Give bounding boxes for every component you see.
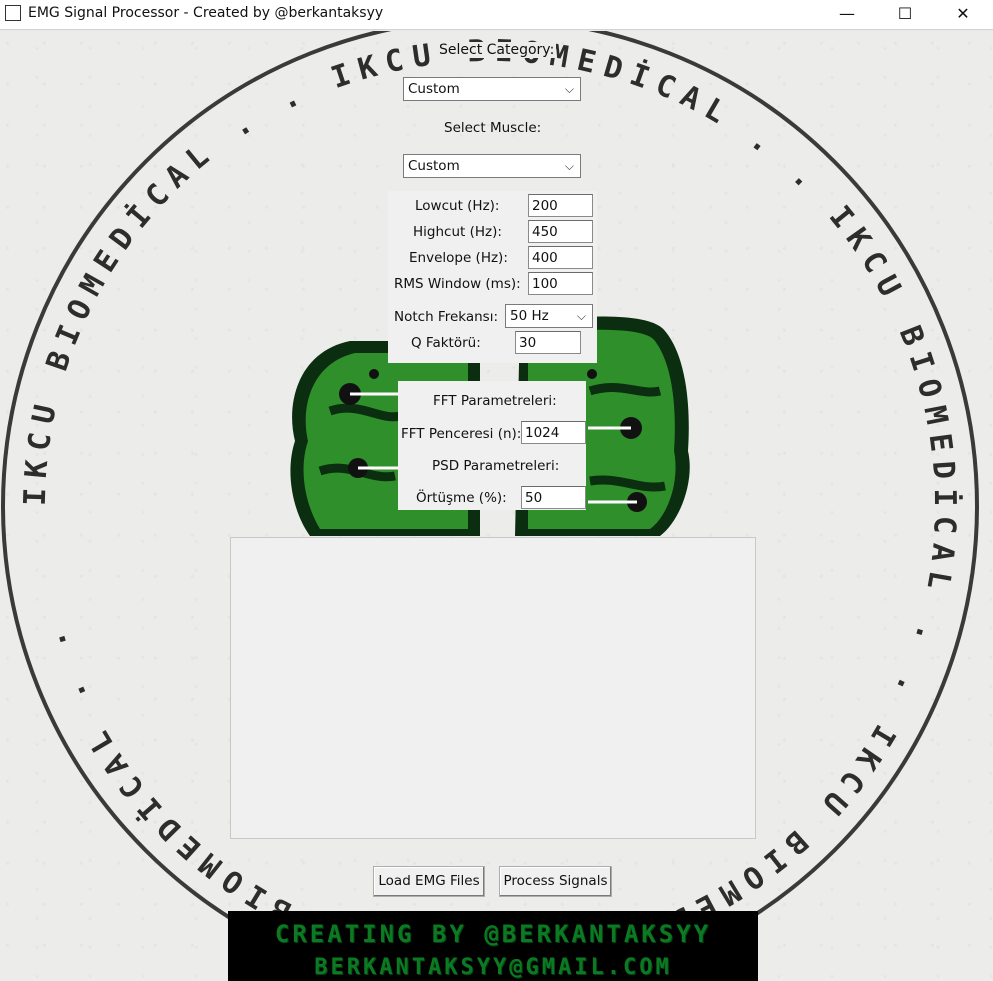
overlap-label: Örtüşme (%): (416, 490, 507, 506)
category-selected-value: Custom (408, 81, 460, 97)
muscle-label: Select Muscle: (444, 120, 542, 136)
chevron-down-icon: ⌵ (564, 159, 574, 173)
notch-selected-value: 50 Hz (510, 308, 549, 324)
category-label: Select Category: (437, 42, 557, 58)
close-button[interactable]: ✕ (933, 0, 993, 30)
fft-window-input[interactable] (521, 421, 586, 444)
minimize-button[interactable]: — (817, 0, 877, 30)
envelope-label: Envelope (Hz): (409, 250, 508, 266)
notch-frequency-select[interactable]: 50 Hz ⌵ (505, 304, 593, 328)
load-emg-files-button[interactable]: Load EMG Files (373, 866, 485, 897)
window-title: EMG Signal Processor - Created by @berka… (28, 5, 384, 21)
muscle-select[interactable]: Custom ⌵ (403, 154, 581, 178)
lowcut-input[interactable] (528, 194, 593, 217)
chevron-down-icon: ⌵ (576, 309, 586, 323)
window-titlebar: EMG Signal Processor - Created by @berka… (0, 0, 993, 30)
fft-window-label: FFT Penceresi (n): (401, 426, 522, 442)
muscle-selected-value: Custom (408, 158, 460, 174)
highcut-label: Highcut (Hz): (413, 224, 502, 240)
output-area[interactable] (230, 537, 756, 839)
main-canvas: IKCU BIOMEDİCAL . . IKCU BIOMEDİCAL . . … (0, 31, 993, 981)
chevron-down-icon: ⌵ (564, 82, 574, 96)
overlap-input[interactable] (521, 486, 586, 509)
notch-frequency-label: Notch Frekansı: (394, 309, 499, 325)
category-select[interactable]: Custom ⌵ (403, 77, 581, 101)
fft-parameters-title: FFT Parametreleri: (433, 393, 557, 409)
credit-email: BERKANTAKSYY@GMAIL.COM (314, 955, 672, 980)
q-factor-input[interactable] (515, 331, 581, 354)
envelope-input[interactable] (528, 246, 593, 269)
app-icon (5, 5, 21, 21)
psd-parameters-title: PSD Parametreleri: (432, 458, 560, 474)
process-signals-button[interactable]: Process Signals (499, 866, 612, 897)
rms-window-label: RMS Window (ms): (394, 276, 521, 292)
maximize-button[interactable]: ☐ (875, 0, 935, 30)
lowcut-label: Lowcut (Hz): (415, 198, 500, 214)
credit-author: CREATING BY @BERKANTAKSYY (274, 920, 712, 948)
rms-window-input[interactable] (528, 272, 593, 295)
q-factor-label: Q Faktörü: (411, 335, 481, 351)
highcut-input[interactable] (528, 220, 593, 243)
